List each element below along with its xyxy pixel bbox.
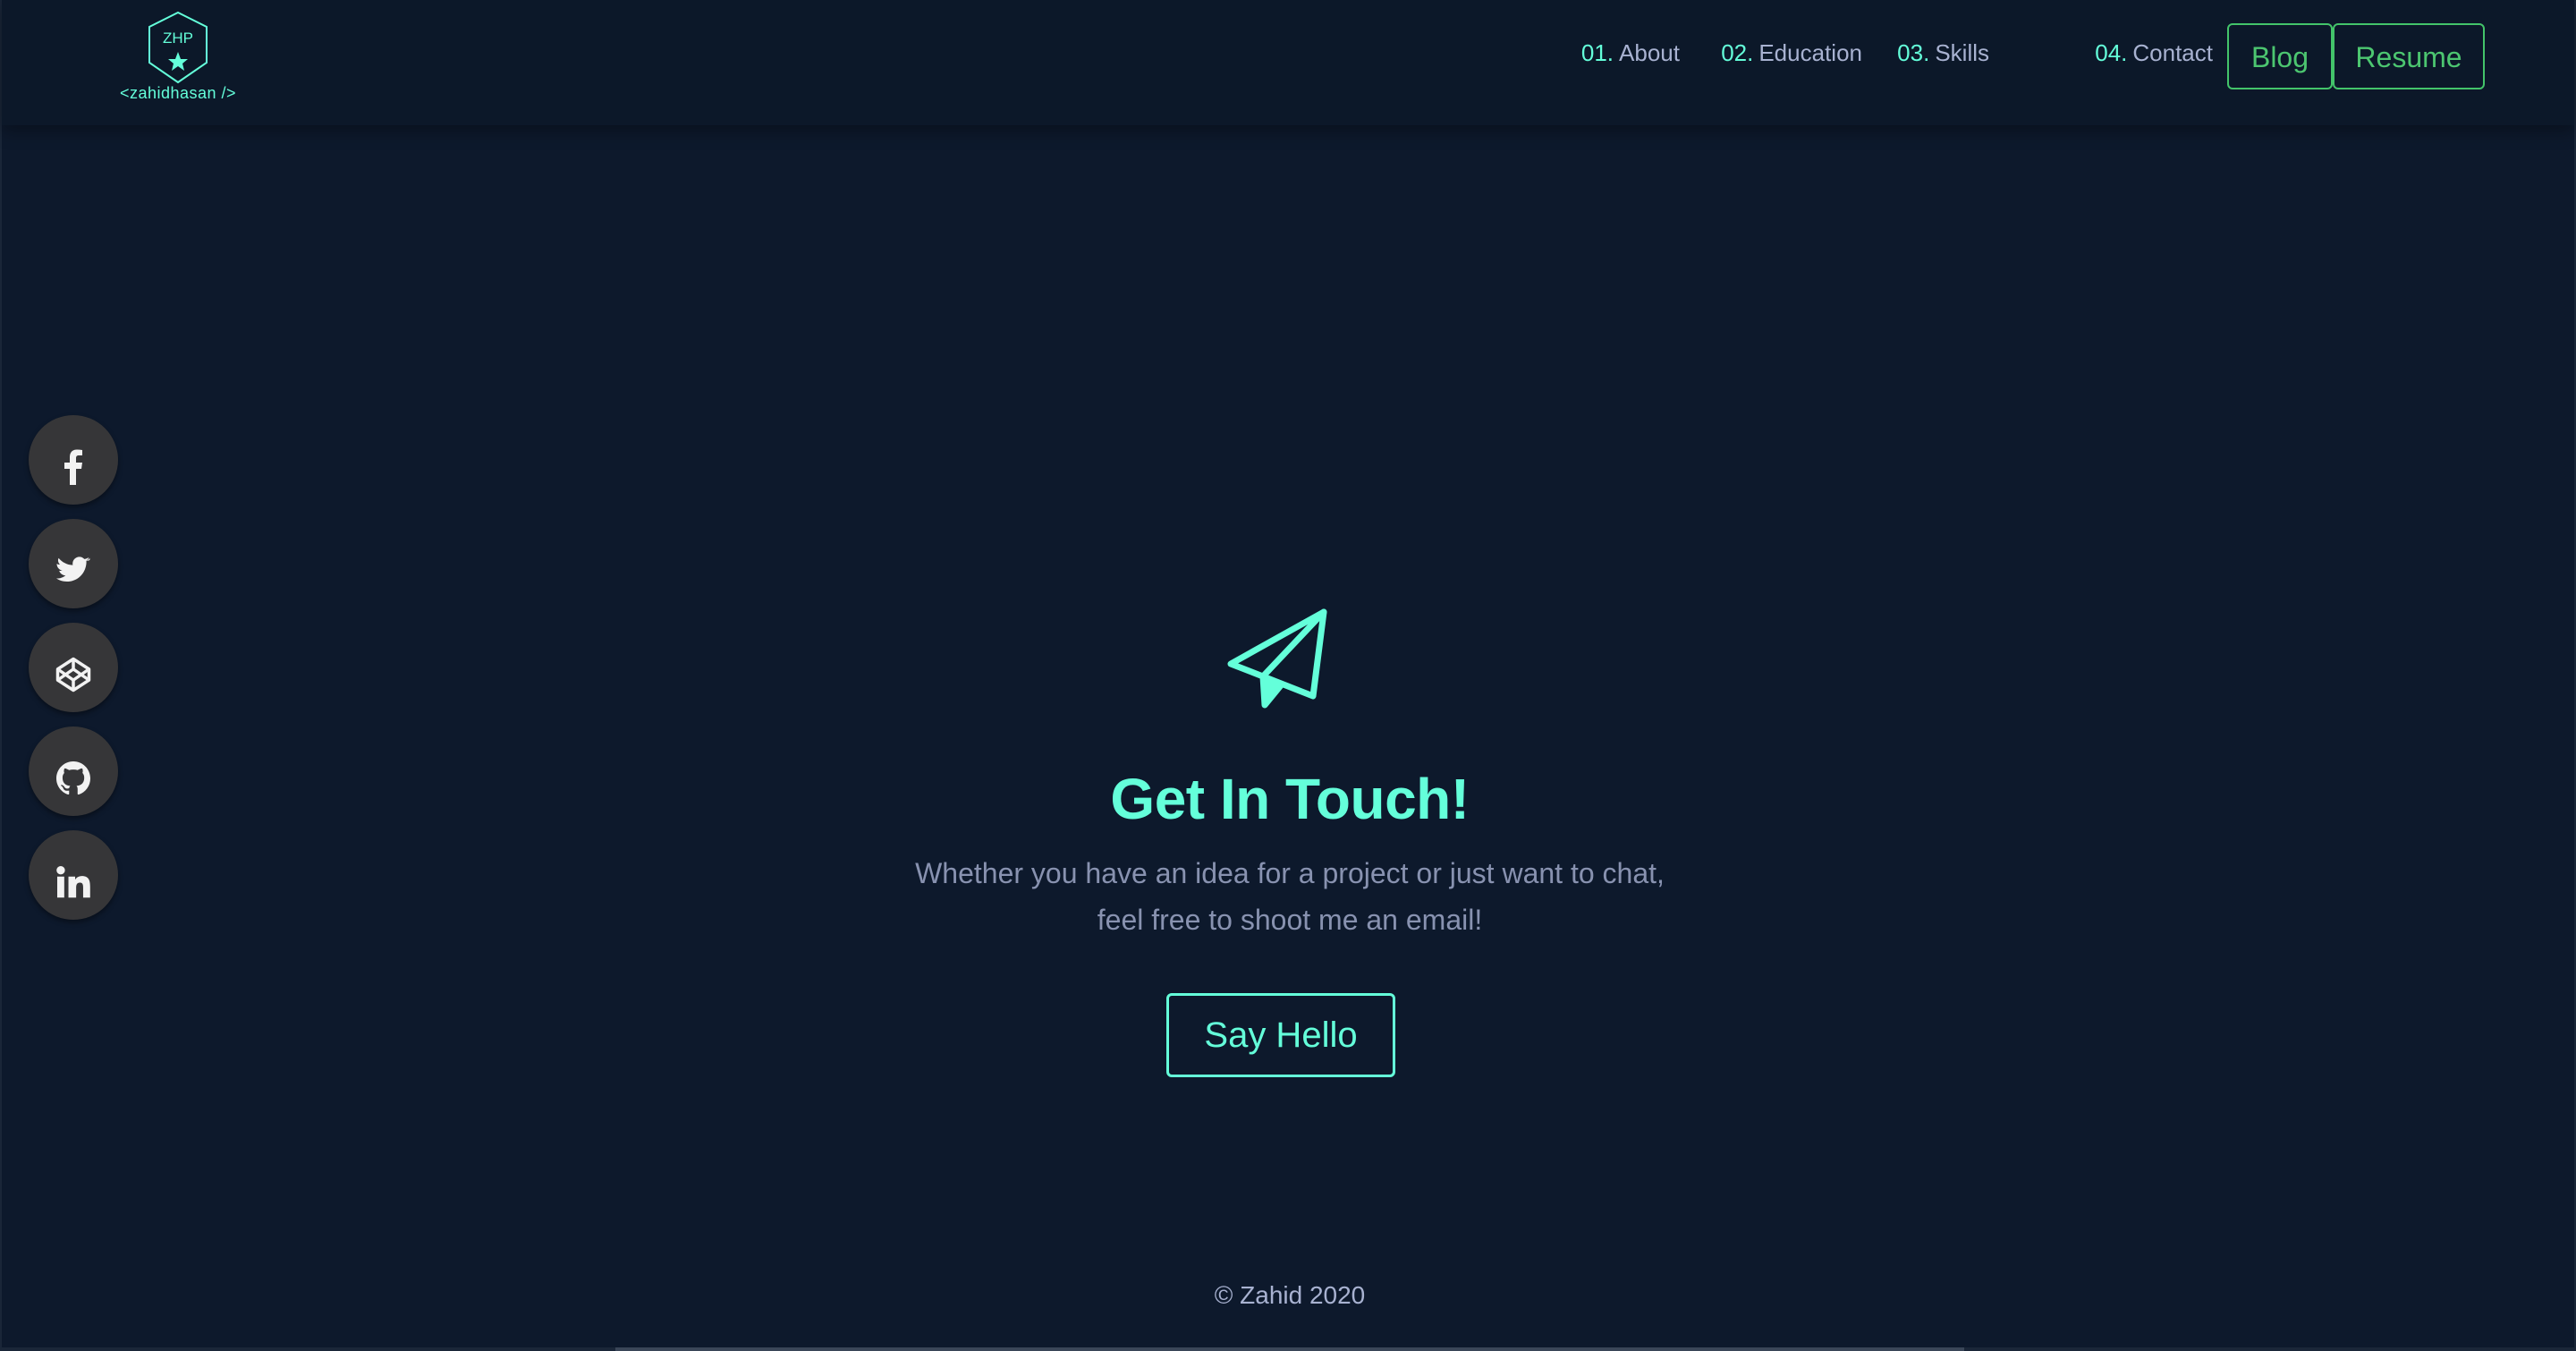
logo-initials: ZHP xyxy=(163,30,193,47)
social-facebook[interactable] xyxy=(29,415,118,505)
nav-item-contact[interactable]: 04. Contact xyxy=(2095,39,2213,67)
contact-description: Whether you have an idea for a project o… xyxy=(2,850,2576,943)
nav-item-number: 02. xyxy=(1721,39,1754,66)
nav-item-skills[interactable]: 03. Skills xyxy=(1897,39,1989,67)
bottom-border-highlight xyxy=(615,1347,1964,1351)
social-codepen[interactable] xyxy=(29,623,118,712)
nav-item-label: Skills xyxy=(1935,39,1989,66)
logo-subtitle: <zahidhasan /> xyxy=(119,84,237,102)
contact-description-line: Whether you have an idea for a project o… xyxy=(915,857,1665,889)
page: ZHP <zahidhasan /> 01. About 02. Education… xyxy=(0,0,2576,1351)
contact-title: Get In Touch! xyxy=(1110,767,1470,831)
resume-button[interactable]: Resume xyxy=(2333,23,2485,89)
shield-star-icon: ZHP xyxy=(148,11,208,84)
nav-item-number: 01. xyxy=(1580,39,1614,66)
logo[interactable]: ZHP <zahidhasan /> xyxy=(118,11,238,109)
nav-item-label: Contact xyxy=(2132,39,2213,66)
codepen-icon xyxy=(55,657,91,692)
nav-item-education[interactable]: 02. Education xyxy=(1721,39,1862,67)
paper-plane-icon xyxy=(1227,608,1327,709)
blog-button[interactable]: Blog xyxy=(2227,23,2333,89)
header: ZHP <zahidhasan /> 01. About 02. Education… xyxy=(2,0,2574,125)
nav-item-number: 04. xyxy=(2095,39,2128,66)
nav-item-number: 03. xyxy=(1897,39,1930,66)
facebook-icon xyxy=(64,449,82,485)
contact-description-line: feel free to shoot me an email! xyxy=(1097,904,1483,936)
nav-item-label: About xyxy=(1619,39,1680,66)
footer-copyright: © Zahid 2020 xyxy=(1214,1281,1366,1309)
bottom-border xyxy=(2,1347,2574,1351)
social-twitter[interactable] xyxy=(29,519,118,608)
twitter-icon xyxy=(56,557,90,582)
say-hello-button[interactable]: Say Hello xyxy=(1166,993,1395,1077)
nav-item-label: Education xyxy=(1758,39,1862,66)
nav-item-about[interactable]: 01. About xyxy=(1581,39,1680,67)
